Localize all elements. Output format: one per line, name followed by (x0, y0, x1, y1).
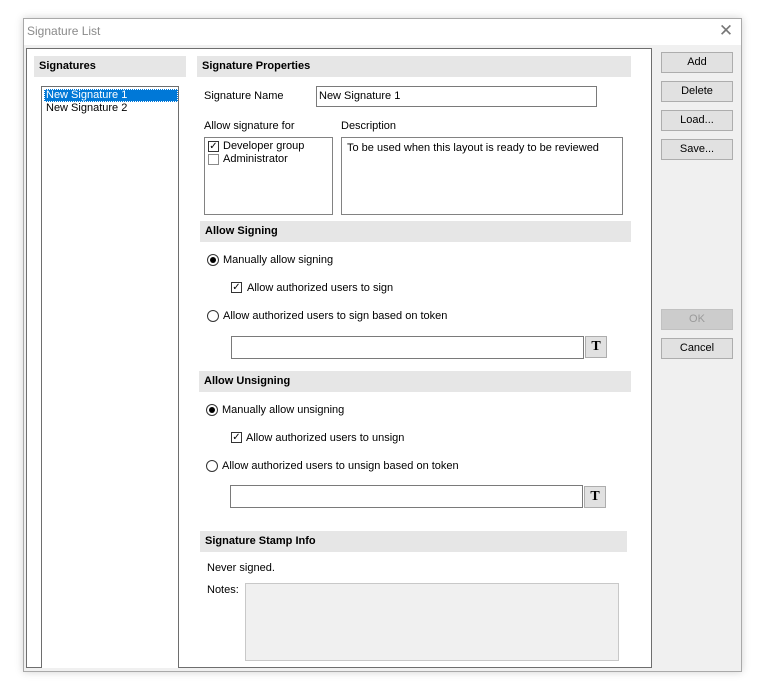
load-button[interactable]: Load... (661, 110, 733, 131)
signing-token-field[interactable] (231, 336, 584, 359)
developer-group-label: Developer group (223, 140, 305, 152)
close-icon[interactable]: ✕ (717, 22, 735, 40)
allow-signing-header: Allow Signing (200, 221, 631, 242)
stamp-info-header: Signature Stamp Info (200, 531, 627, 552)
manual-unsigning-label: Manually allow unsigning (222, 404, 345, 416)
token-unsigning-radio[interactable] (206, 460, 218, 472)
signatures-list[interactable]: New Signature 1 New Signature 2 (41, 86, 179, 668)
notes-field[interactable] (245, 583, 619, 661)
list-item[interactable]: New Signature 2 (44, 102, 178, 115)
unsigning-token-button[interactable]: T (584, 486, 606, 508)
save-button[interactable]: Save... (661, 139, 733, 160)
signature-name-field[interactable]: New Signature 1 (316, 86, 597, 107)
token-signing-radio[interactable] (207, 310, 219, 322)
signatures-header: Signatures (34, 56, 186, 77)
administrator-label: Administrator (223, 153, 288, 165)
manual-unsigning-radio[interactable] (206, 404, 218, 416)
token-unsigning-label: Allow authorized users to unsign based o… (222, 460, 459, 472)
window-title: Signature List (27, 24, 101, 38)
list-item[interactable]: New Signature 1 (44, 89, 178, 102)
signature-properties-header: Signature Properties (197, 56, 631, 77)
allow-signature-for-label: Allow signature for (204, 120, 295, 132)
ok-button[interactable]: OK (661, 309, 733, 330)
allow-signature-for-list: ✓ Developer group Administrator (204, 137, 333, 215)
description-text: To be used when this layout is ready to … (347, 142, 599, 154)
stamp-status: Never signed. (207, 562, 275, 574)
allow-unsigning-header: Allow Unsigning (199, 371, 631, 392)
authorized-unsign-label: Allow authorized users to unsign (246, 432, 405, 444)
manual-signing-radio[interactable] (207, 254, 219, 266)
delete-button[interactable]: Delete (661, 81, 733, 102)
signature-name-label: Signature Name (204, 90, 284, 102)
developer-group-checkbox[interactable]: ✓ (208, 141, 219, 152)
authorized-sign-label: Allow authorized users to sign (247, 282, 394, 294)
unsigning-token-field[interactable] (230, 485, 583, 508)
manual-signing-label: Manually allow signing (223, 254, 334, 266)
description-field[interactable]: To be used when this layout is ready to … (341, 137, 623, 215)
authorized-unsign-checkbox[interactable]: ✓ (231, 432, 242, 443)
title-bar: Signature List ✕ (24, 19, 741, 45)
token-signing-label: Allow authorized users to sign based on … (223, 310, 448, 322)
notes-label: Notes: (207, 584, 239, 596)
description-label: Description (341, 120, 397, 132)
authorized-sign-checkbox[interactable]: ✓ (231, 282, 242, 293)
add-button[interactable]: Add (661, 52, 733, 73)
signing-token-button[interactable]: T (585, 336, 607, 358)
cancel-button[interactable]: Cancel (661, 338, 733, 359)
administrator-checkbox[interactable] (208, 154, 219, 165)
